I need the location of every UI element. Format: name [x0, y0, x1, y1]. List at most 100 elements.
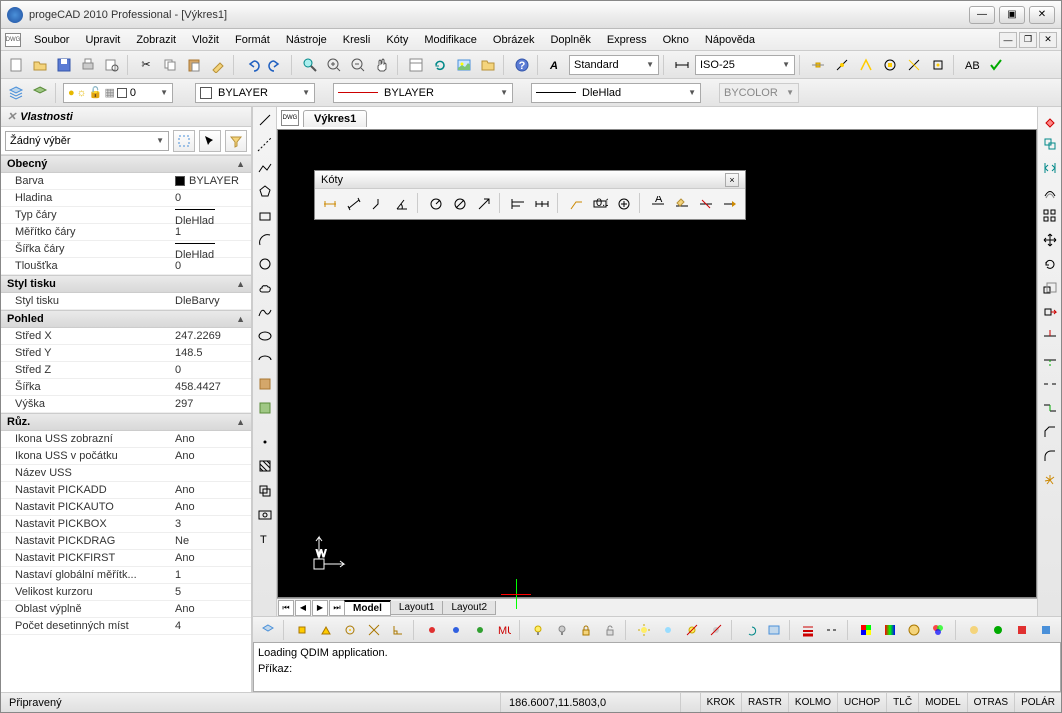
menu-express[interactable]: Express [600, 32, 654, 48]
section-pohled[interactable]: Pohled▲ [1, 310, 251, 328]
menu-doplnek[interactable]: Doplněk [543, 32, 597, 48]
tab-prev-icon[interactable]: ◀ [295, 600, 311, 616]
multi-icon[interactable]: MULT [493, 619, 515, 641]
render3-icon[interactable] [1011, 619, 1033, 641]
colorbook-icon[interactable] [879, 619, 901, 641]
toggle-rastr[interactable]: RASTR [741, 693, 788, 712]
mdi-restore[interactable]: ❐ [1019, 32, 1037, 48]
dim-ordinate-icon[interactable] [367, 193, 389, 215]
toggle-polar[interactable]: POLÁR [1014, 693, 1061, 712]
sun1-icon[interactable] [633, 619, 655, 641]
move-icon[interactable] [1039, 229, 1061, 251]
dot-red-icon[interactable] [421, 619, 443, 641]
trim-icon[interactable] [1039, 325, 1061, 347]
offset-icon[interactable] [1039, 181, 1061, 203]
text-style-icon[interactable]: A [545, 54, 567, 76]
polygon-icon[interactable] [254, 181, 276, 203]
pan-icon[interactable] [371, 54, 393, 76]
tab-next-icon[interactable]: ▶ [312, 600, 328, 616]
osnap-mid-icon[interactable] [315, 619, 337, 641]
chamfer-icon[interactable] [1039, 421, 1061, 443]
ellipse-icon[interactable] [254, 325, 276, 347]
render4-icon[interactable] [1035, 619, 1057, 641]
layer-props-icon[interactable] [29, 82, 51, 104]
properties-icon[interactable] [405, 54, 427, 76]
dim-linear-icon[interactable] [319, 193, 341, 215]
render2-icon[interactable] [987, 619, 1009, 641]
dim-baseline-icon[interactable] [507, 193, 529, 215]
doc-tab[interactable]: Výkres1 [303, 110, 367, 127]
arc-icon[interactable] [254, 229, 276, 251]
dim-leader-icon[interactable] [565, 193, 587, 215]
menu-okno[interactable]: Okno [656, 32, 696, 48]
close-button[interactable]: ✕ [1029, 6, 1055, 24]
bulb2-icon[interactable] [551, 619, 573, 641]
zoom-in-icon[interactable] [323, 54, 345, 76]
image-icon[interactable] [453, 54, 475, 76]
command-line[interactable]: Loading QDIM application. Příkaz: [253, 642, 1061, 692]
dim-angular-icon[interactable] [391, 193, 413, 215]
layerstate-icon[interactable] [763, 619, 785, 641]
array-icon[interactable] [1039, 205, 1061, 227]
filter-icon[interactable] [225, 130, 247, 152]
snap2-icon[interactable] [831, 54, 853, 76]
linetype-combo[interactable]: BYLAYER▼ [333, 83, 513, 103]
layer-combo[interactable]: ● ☼ 🔓 ▦ 0▼ [63, 83, 173, 103]
rotate-icon[interactable] [1039, 253, 1061, 275]
mirror-icon[interactable] [1039, 157, 1061, 179]
point-icon[interactable] [254, 431, 276, 453]
toggle-kolmo[interactable]: KOLMO [788, 693, 837, 712]
break-icon[interactable] [1039, 373, 1061, 395]
snap3-icon[interactable] [855, 54, 877, 76]
fillet-icon[interactable] [1039, 445, 1061, 467]
folder-icon[interactable] [477, 54, 499, 76]
camera-icon[interactable] [254, 503, 276, 525]
cut-icon[interactable]: ✂ [135, 54, 157, 76]
drawing-canvas[interactable]: Kóty× [277, 129, 1037, 598]
section-obecny[interactable]: Obecný▲ [1, 155, 251, 173]
dim-diameter-icon[interactable] [449, 193, 471, 215]
unlock-icon[interactable] [599, 619, 621, 641]
quickselect-icon[interactable] [173, 130, 195, 152]
lineweight-combo[interactable]: DleHlad▼ [531, 83, 701, 103]
save-icon[interactable] [53, 54, 75, 76]
paste-icon[interactable] [183, 54, 205, 76]
toggle-otras[interactable]: OTRAS [967, 693, 1014, 712]
dim-aligned-icon[interactable] [343, 193, 365, 215]
layers-icon[interactable] [257, 619, 279, 641]
toggle-uchop[interactable]: UCHOP [837, 693, 886, 712]
zoom-out-icon[interactable] [347, 54, 369, 76]
make-block-icon[interactable] [254, 397, 276, 419]
truecolor-icon[interactable] [855, 619, 877, 641]
abc-icon[interactable]: ABC [961, 54, 983, 76]
lock2-icon[interactable] [575, 619, 597, 641]
matchprop-icon[interactable] [207, 54, 229, 76]
render1-icon[interactable] [963, 619, 985, 641]
region-icon[interactable] [254, 479, 276, 501]
refresh-icon[interactable] [429, 54, 451, 76]
tab-layout2[interactable]: Layout2 [442, 601, 496, 615]
bulb1-icon[interactable] [527, 619, 549, 641]
dim-centermark-icon[interactable] [613, 193, 635, 215]
dim-radius-icon[interactable] [425, 193, 447, 215]
preview-icon[interactable] [101, 54, 123, 76]
join-icon[interactable] [1039, 397, 1061, 419]
menu-obrazek[interactable]: Obrázek [486, 32, 542, 48]
color-combo[interactable]: BYLAYER▼ [195, 83, 315, 103]
scale-icon[interactable] [1039, 277, 1061, 299]
circle-icon[interactable] [254, 253, 276, 275]
toggle-tlc[interactable]: TLČ [886, 693, 918, 712]
palette-icon[interactable] [903, 619, 925, 641]
menu-format[interactable]: Formát [228, 32, 277, 48]
layer-manager-icon[interactable] [5, 82, 27, 104]
sun3-icon[interactable] [681, 619, 703, 641]
undo2-icon[interactable] [739, 619, 761, 641]
dim-override-icon[interactable] [695, 193, 717, 215]
selection-combo[interactable]: Žádný výběr▼ [5, 131, 169, 151]
insert-block-icon[interactable] [254, 373, 276, 395]
redo-icon[interactable] [265, 54, 287, 76]
tab-first-icon[interactable]: ⏮ [278, 600, 294, 616]
stretch-icon[interactable] [1039, 301, 1061, 323]
erase-icon[interactable] [1039, 109, 1061, 131]
tab-layout1[interactable]: Layout1 [390, 601, 444, 615]
